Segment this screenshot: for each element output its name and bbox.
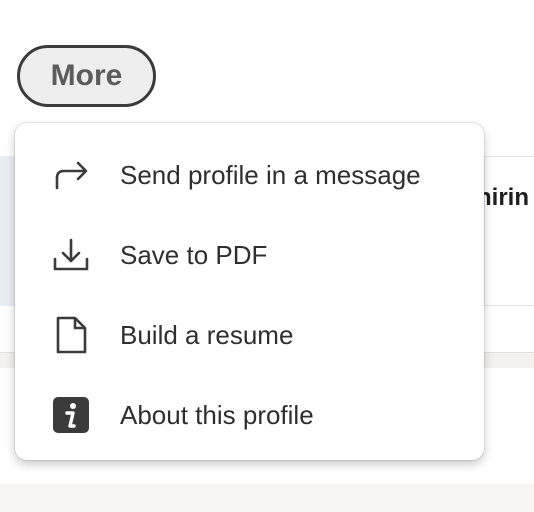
more-button[interactable]: More bbox=[17, 45, 156, 107]
background-card bbox=[485, 156, 534, 306]
menu-item-label: Save to PDF bbox=[120, 239, 268, 270]
menu-item-label: About this profile bbox=[120, 399, 314, 430]
download-icon bbox=[51, 235, 91, 275]
page: hirin More Send profile in a message Sav… bbox=[0, 0, 534, 512]
menu-item-label: Build a resume bbox=[120, 319, 294, 350]
share-arrow-icon bbox=[51, 155, 91, 195]
menu-item-label: Send profile in a message bbox=[120, 159, 421, 190]
menu-item-save-pdf[interactable]: Save to PDF bbox=[15, 215, 484, 295]
background-bottom-strip bbox=[0, 484, 534, 512]
menu-item-about-profile[interactable]: About this profile bbox=[15, 375, 484, 455]
info-icon bbox=[51, 395, 91, 435]
more-actions-dropdown: Send profile in a message Save to PDF Bu… bbox=[15, 123, 484, 460]
menu-item-build-resume[interactable]: Build a resume bbox=[15, 295, 484, 375]
menu-item-send-profile[interactable]: Send profile in a message bbox=[15, 135, 484, 215]
background-hiring-text: hirin bbox=[477, 184, 529, 211]
document-icon bbox=[51, 315, 91, 355]
